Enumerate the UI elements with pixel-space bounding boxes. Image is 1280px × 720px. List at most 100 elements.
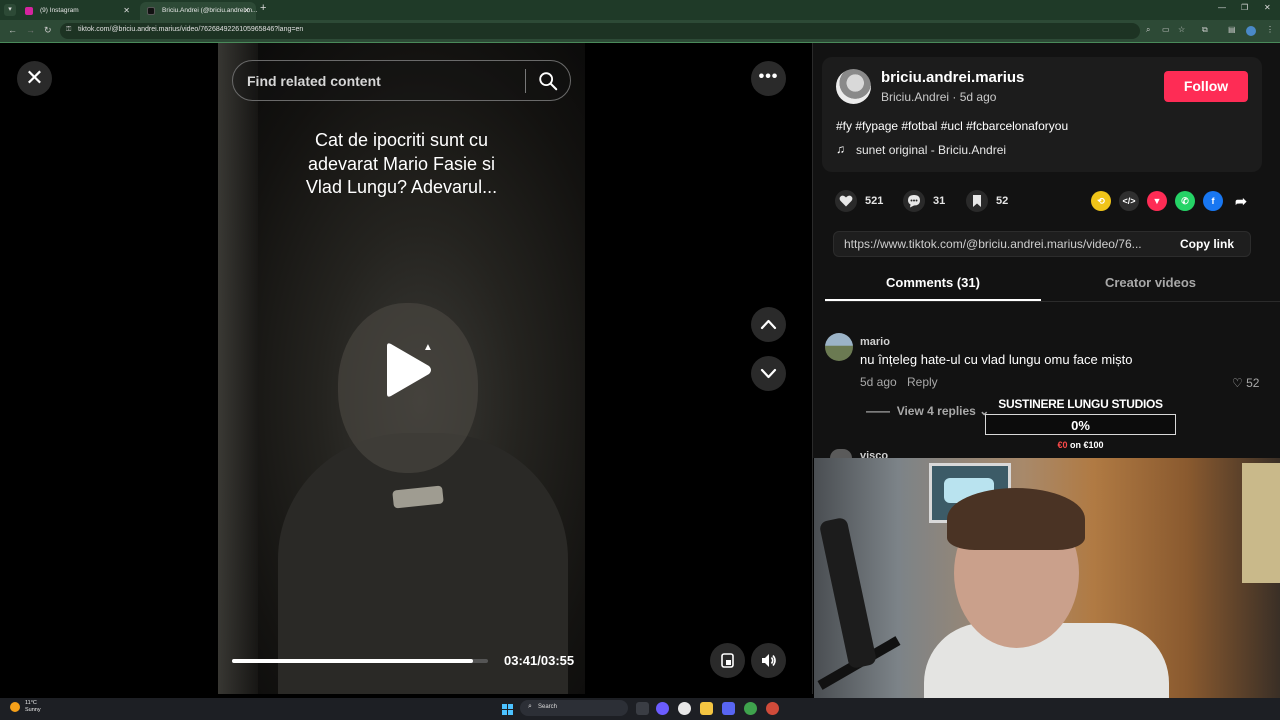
next-video-button[interactable] <box>751 356 786 391</box>
weather-widget[interactable]: 11°C Sunny <box>25 700 41 714</box>
menu-icon[interactable]: ⋮ <box>1266 25 1274 34</box>
site-info-icon[interactable]: ⚿ <box>66 26 71 34</box>
reload-icon[interactable]: ↻ <box>44 25 52 36</box>
tab-tiktok[interactable]: Briciu.Andrei (@briciu.andrei.m... ✕ <box>140 2 257 20</box>
search-divider <box>525 69 526 93</box>
previous-video-button[interactable] <box>751 307 786 342</box>
minimize-icon[interactable]: — <box>1218 3 1226 12</box>
reply-button[interactable]: Reply <box>907 375 938 389</box>
tabs-divider <box>825 301 1280 302</box>
url-field[interactable]: ⚿ tiktok.com/@briciu.andrei.marius/video… <box>60 23 1140 39</box>
mini-player-button[interactable] <box>710 643 745 678</box>
comment-like-count: 52 <box>1246 376 1260 390</box>
task-view-icon[interactable] <box>636 702 649 715</box>
bookmark-star-icon[interactable]: ☆ <box>1178 25 1185 34</box>
cast-icon[interactable]: ▭ <box>1162 25 1170 34</box>
extensions-icon[interactable]: ⧉ <box>1202 25 1208 35</box>
chrome-profile-icon[interactable] <box>744 702 757 715</box>
taskbar-search-label: Search <box>538 704 558 710</box>
search-input[interactable]: Find related content <box>247 73 381 89</box>
volume-icon <box>762 654 776 667</box>
forward-icon[interactable]: → <box>26 25 35 35</box>
copy-link-button[interactable]: Copy link <box>1180 237 1234 251</box>
file-explorer-icon[interactable] <box>700 702 713 715</box>
video-description[interactable]: #fy #fypage #fotbal #ucl #fcbarcelonafor… <box>836 119 1068 133</box>
tab-instagram[interactable]: (9) Instagram ✕ <box>18 2 136 20</box>
author-username[interactable]: briciu.andrei.marius <box>881 69 1024 86</box>
search-icon: ⌕ <box>528 703 532 710</box>
share-link-box: https://www.tiktok.com/@briciu.andrei.ma… <box>833 231 1251 257</box>
profile-avatar[interactable] <box>1246 26 1256 36</box>
new-tab-button[interactable]: + <box>260 2 266 14</box>
discord-icon[interactable] <box>722 702 735 715</box>
screen: ▾ (9) Instagram ✕ Briciu.Andrei (@briciu… <box>0 0 1280 720</box>
author-avatar[interactable] <box>836 69 871 104</box>
copilot-icon[interactable] <box>656 702 669 715</box>
maximize-icon[interactable]: ❐ <box>1241 3 1248 12</box>
tiktok-icon <box>147 7 155 15</box>
sidebar-icon[interactable]: ▤ <box>1228 25 1236 34</box>
follow-button[interactable]: Follow <box>1164 71 1248 102</box>
facebook-icon[interactable]: f <box>1203 191 1223 211</box>
post-age: 5d ago <box>959 90 997 104</box>
save-count: 52 <box>996 195 1009 207</box>
more-options-button[interactable]: ••• <box>751 61 786 96</box>
share-arrow-icon[interactable]: ➦ <box>1231 191 1251 211</box>
tab-title: (9) Instagram <box>40 7 79 14</box>
taskbar-search[interactable]: ⌕ Search <box>520 700 628 716</box>
floating-player-icon <box>721 653 734 668</box>
video-caption: Cat de ipocriti sunt cu adevarat Mario F… <box>305 130 498 197</box>
tab-comments[interactable]: Comments (31) <box>825 275 1041 290</box>
related-search[interactable]: Find related content <box>232 60 571 101</box>
send-icon[interactable]: ▼ <box>1147 191 1167 211</box>
app-icon[interactable] <box>766 702 779 715</box>
view-replies-button[interactable]: —— View 4 replies ⌄ <box>866 404 989 418</box>
tab-search-dropdown[interactable]: ▾ <box>4 4 16 16</box>
heart-icon <box>835 190 857 212</box>
heart-outline-icon: ♡ <box>1232 376 1243 390</box>
commenter-avatar[interactable] <box>830 449 852 458</box>
window-close-icon[interactable]: ✕ <box>1264 3 1271 12</box>
comment-username[interactable]: mario <box>860 336 890 348</box>
instagram-icon <box>25 7 33 15</box>
address-bar: ← → ↻ ⚿ tiktok.com/@briciu.andrei.marius… <box>0 20 1280 42</box>
panel-divider <box>812 43 813 694</box>
commenter-avatar[interactable] <box>825 333 853 361</box>
webcam-poster <box>1242 463 1280 583</box>
weather-sun-icon[interactable] <box>10 702 20 712</box>
chevron-up-icon <box>760 319 777 330</box>
tab-creator-videos[interactable]: Creator videos <box>1041 275 1260 290</box>
replies-line: —— <box>866 404 894 418</box>
webcam-streamer-hair <box>947 488 1085 550</box>
author-display-name[interactable]: Briciu.Andrei <box>881 90 949 104</box>
bookmark-icon <box>966 190 988 212</box>
embed-icon[interactable]: </> <box>1119 191 1139 211</box>
donation-goal: on €100 <box>1070 440 1104 450</box>
music-title[interactable]: sunet original - Briciu.Andrei <box>856 143 1006 157</box>
video-progress-bar[interactable] <box>232 659 488 663</box>
windows-start-icon[interactable] <box>502 704 513 715</box>
share-link-url[interactable]: https://www.tiktok.com/@briciu.andrei.ma… <box>844 237 1164 251</box>
chrome-icon[interactable] <box>678 702 691 715</box>
like-count: 521 <box>865 195 884 207</box>
back-icon[interactable]: ← <box>8 25 17 35</box>
webcam-feed <box>814 458 1280 720</box>
comment-count: 31 <box>933 195 946 207</box>
author-subline: Briciu.Andrei · 5d ago <box>881 90 996 104</box>
search-icon[interactable] <box>537 70 559 92</box>
repost-icon[interactable]: ⟲ <box>1091 191 1111 211</box>
url-text: tiktok.com/@briciu.andrei.marius/video/7… <box>78 26 304 33</box>
dot-separator: · <box>952 90 960 104</box>
comment-icon <box>903 190 925 212</box>
volume-button[interactable] <box>751 643 786 678</box>
tab-close-icon[interactable]: ✕ <box>243 2 250 20</box>
close-button[interactable]: ✕ <box>17 61 52 96</box>
comment-username[interactable]: visco <box>860 450 888 458</box>
tab-close-icon[interactable]: ✕ <box>123 2 130 20</box>
comment-like[interactable]: ♡ 52 <box>1232 376 1259 390</box>
video-frame-background <box>218 43 258 694</box>
mouse-cursor-icon: ▲ <box>423 342 433 353</box>
zoom-icon[interactable]: ⌕ <box>1146 25 1150 35</box>
whatsapp-icon[interactable]: ✆ <box>1175 191 1195 211</box>
donation-percent: 0% <box>1071 418 1090 433</box>
